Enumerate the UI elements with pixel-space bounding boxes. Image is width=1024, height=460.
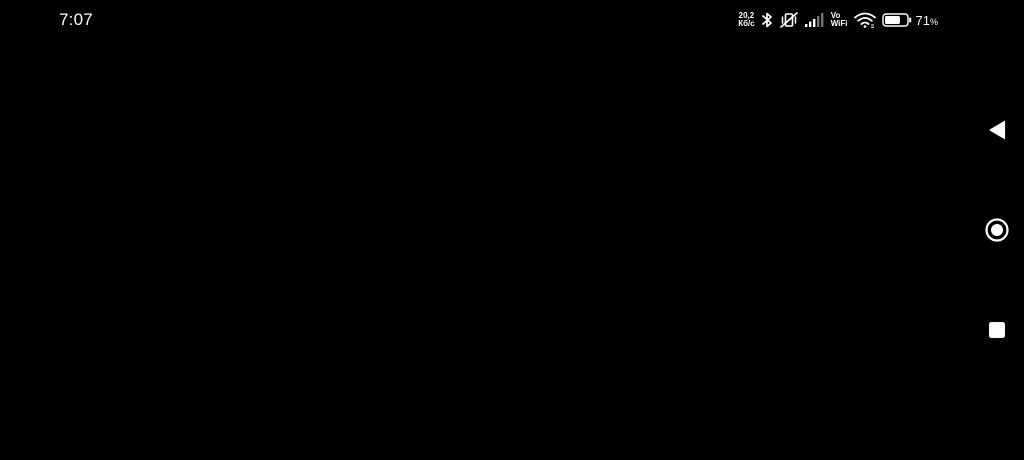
battery: 71%	[881, 13, 938, 28]
recents-button[interactable]	[984, 317, 1010, 343]
home-icon	[984, 217, 1010, 243]
muted-vibrate-icon	[779, 11, 799, 29]
status-icons: 20,2 Кб/с Vo WiFi 71%	[738, 9, 938, 31]
battery-icon	[881, 13, 912, 27]
bluetooth-icon	[761, 11, 773, 29]
network-speed-unit: Кб/с	[738, 19, 755, 28]
home-button[interactable]	[984, 217, 1010, 243]
back-icon	[988, 120, 1006, 140]
signal-icon	[804, 13, 825, 27]
vowifi-label: Vo WiFi	[831, 12, 848, 28]
vowifi-bottom: WiFi	[830, 19, 848, 28]
navigation-bar	[968, 40, 1024, 460]
recents-icon	[988, 321, 1006, 339]
clock: 7:07	[59, 10, 93, 29]
battery-percent-sign: %	[929, 16, 938, 27]
back-button[interactable]	[984, 117, 1010, 143]
battery-percent: 71%	[916, 13, 938, 28]
wifi-icon	[853, 12, 876, 28]
network-speed: 20,2 Кб/с	[738, 12, 755, 28]
battery-percent-value: 71	[915, 12, 930, 28]
status-bar: 7:07 20,2 Кб/с Vo WiFi 71%	[0, 0, 1024, 40]
